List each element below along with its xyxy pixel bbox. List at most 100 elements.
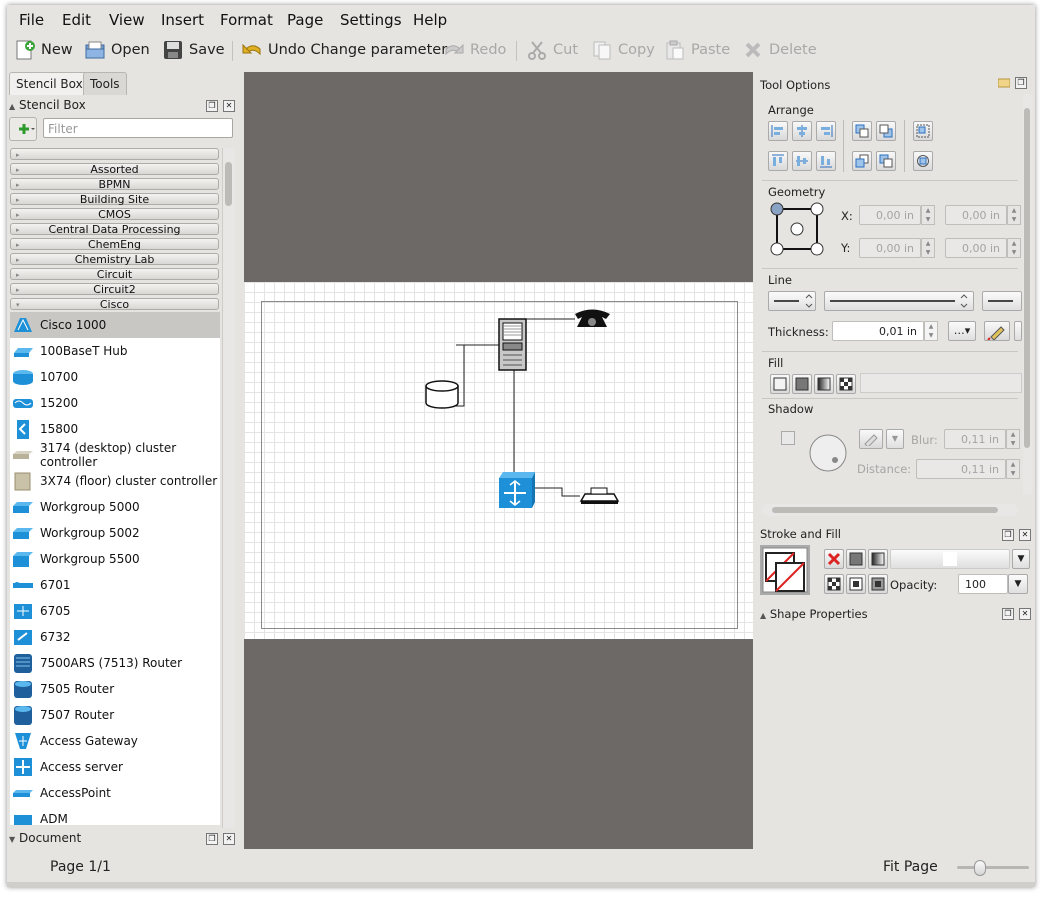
align-right-button[interactable] bbox=[816, 121, 836, 141]
fill-color-preview[interactable] bbox=[860, 373, 1022, 393]
delete-button[interactable]: Delete bbox=[741, 37, 817, 63]
tab-tools[interactable]: Tools bbox=[83, 72, 127, 95]
stroke-fill-preview-icon[interactable] bbox=[760, 545, 810, 595]
save-button[interactable]: Save bbox=[161, 37, 225, 63]
folder-float-icon[interactable] bbox=[997, 76, 1011, 88]
thickness-spinbox[interactable]: ▲ ▼ bbox=[924, 321, 938, 341]
close-panel-icon[interactable]: ✕ bbox=[1019, 608, 1031, 620]
menu-file[interactable]: File bbox=[19, 11, 44, 29]
line-start-combo[interactable] bbox=[768, 291, 816, 311]
line-end-combo[interactable] bbox=[982, 291, 1022, 311]
blur-spinbox[interactable]: ▲ ▼ bbox=[1006, 429, 1020, 449]
no-paint-button[interactable] bbox=[824, 549, 844, 569]
y-position-field[interactable]: 0,00 in bbox=[859, 238, 921, 258]
x-spinbox[interactable]: ▲ ▼ bbox=[921, 205, 935, 225]
bring-to-front-button[interactable] bbox=[852, 151, 872, 171]
category-item[interactable]: ▸ Building Site bbox=[10, 193, 219, 206]
menu-settings[interactable]: Settings bbox=[340, 11, 402, 29]
collapse-triangle-icon[interactable]: ▲ bbox=[9, 102, 15, 111]
anchor-point-selector[interactable] bbox=[770, 202, 826, 258]
tab-stencil-box[interactable]: Stencil Box bbox=[9, 72, 90, 95]
scrollbar-thumb[interactable] bbox=[1024, 108, 1030, 448]
menu-help[interactable]: Help bbox=[413, 11, 447, 29]
scrollbar-thumb[interactable] bbox=[225, 162, 232, 206]
scrollbar-thumb[interactable] bbox=[772, 507, 998, 513]
shape-item[interactable]: Workgroup 5500 bbox=[10, 546, 220, 572]
category-item[interactable]: ▸ Central Data Processing bbox=[10, 223, 219, 236]
align-left-button[interactable] bbox=[768, 121, 788, 141]
cisco-switch-icon[interactable] bbox=[499, 472, 535, 508]
fill-gradient-button[interactable] bbox=[814, 374, 834, 394]
category-item[interactable]: ▸ Circuit bbox=[10, 268, 219, 281]
shape-item[interactable]: 6705 bbox=[10, 598, 220, 624]
cut-button[interactable]: Cut bbox=[525, 37, 578, 63]
add-stencil-button[interactable] bbox=[9, 117, 37, 141]
zoom-slider-handle[interactable] bbox=[973, 860, 986, 876]
category-item[interactable]: ▸ CMOS bbox=[10, 208, 219, 221]
line-color-dropdown[interactable] bbox=[1014, 321, 1022, 341]
zoom-mode-label[interactable]: Fit Page bbox=[883, 859, 938, 875]
shape-item[interactable]: Workgroup 5000 bbox=[10, 494, 220, 520]
height-field[interactable]: 0,00 in bbox=[945, 238, 1007, 258]
thickness-field[interactable]: 0,01 in bbox=[832, 321, 924, 341]
close-panel-icon[interactable]: ✕ bbox=[1019, 529, 1031, 541]
gradient-paint-button[interactable] bbox=[868, 549, 888, 569]
y-spinbox[interactable]: ▲ ▼ bbox=[921, 238, 935, 258]
distance-spinbox[interactable]: ▲ ▼ bbox=[1006, 459, 1020, 479]
group-button[interactable] bbox=[913, 121, 933, 141]
stencil-scrollbar[interactable] bbox=[222, 148, 235, 828]
shape-item[interactable]: Access Gateway bbox=[10, 728, 220, 754]
tool-options-hscroll[interactable] bbox=[762, 504, 1018, 516]
float-panel-icon[interactable]: ❐ bbox=[206, 833, 218, 845]
float-panel-icon[interactable]: ❐ bbox=[1002, 608, 1014, 620]
expand-triangle-icon[interactable]: ▲ bbox=[760, 611, 766, 620]
float-panel-icon[interactable]: ❐ bbox=[1015, 77, 1027, 89]
shape-item[interactable]: 10700 bbox=[10, 364, 220, 390]
printer-icon[interactable] bbox=[579, 487, 620, 504]
width-field[interactable]: 0,00 in bbox=[945, 205, 1007, 225]
shape-item[interactable]: 100BaseT Hub bbox=[10, 338, 220, 364]
fill-none-button[interactable] bbox=[770, 374, 790, 394]
send-to-back-button[interactable] bbox=[876, 151, 896, 171]
shadow-direction-dial[interactable] bbox=[808, 433, 848, 473]
shape-item[interactable]: 7505 Router bbox=[10, 676, 220, 702]
evenodd-rule-button[interactable] bbox=[846, 574, 866, 594]
tool-options-vscroll[interactable] bbox=[1023, 94, 1033, 494]
category-item[interactable]: ▸ BPMN bbox=[10, 178, 219, 191]
shape-item[interactable]: Access server bbox=[10, 754, 220, 780]
fill-solid-button[interactable] bbox=[792, 374, 812, 394]
category-item[interactable]: ▸ Circuit2 bbox=[10, 283, 219, 296]
menu-view[interactable]: View bbox=[109, 11, 145, 29]
menu-edit[interactable]: Edit bbox=[62, 11, 91, 29]
page-sheet[interactable] bbox=[244, 282, 753, 639]
line-more-button[interactable]: …▾ bbox=[948, 321, 976, 341]
float-panel-icon[interactable]: ❐ bbox=[1002, 529, 1014, 541]
shape-item[interactable]: 6732 bbox=[10, 624, 220, 650]
shape-item[interactable]: ADM bbox=[10, 806, 220, 825]
opacity-dropdown[interactable]: ▼ bbox=[1008, 574, 1028, 594]
shadow-color-dropdown[interactable]: ▼ bbox=[886, 429, 904, 449]
expand-triangle-icon[interactable]: ▼ bbox=[9, 835, 15, 844]
line-style-combo[interactable] bbox=[824, 291, 974, 311]
close-panel-icon[interactable]: ✕ bbox=[223, 833, 235, 845]
drawing-canvas[interactable] bbox=[244, 72, 753, 849]
paste-button[interactable]: Paste bbox=[663, 37, 730, 63]
category-item[interactable]: ▸ bbox=[10, 148, 219, 160]
undo-button[interactable]: Undo Change parameter bbox=[240, 37, 447, 63]
shape-item[interactable]: 7507 Router bbox=[10, 702, 220, 728]
shape-item[interactable]: AccessPoint bbox=[10, 780, 220, 806]
ungroup-button[interactable] bbox=[913, 151, 933, 171]
nonzero-rule-button[interactable] bbox=[868, 574, 888, 594]
line-color-button[interactable] bbox=[984, 321, 1010, 341]
category-item[interactable]: ▸ Chemistry Lab bbox=[10, 253, 219, 266]
copy-button[interactable]: Copy bbox=[590, 37, 655, 63]
color-slider-handle[interactable] bbox=[943, 552, 957, 566]
open-button[interactable]: Open bbox=[83, 37, 150, 63]
shape-item[interactable]: Workgroup 5002 bbox=[10, 520, 220, 546]
color-dropdown-button[interactable]: ▼ bbox=[1012, 549, 1030, 569]
telephone-icon[interactable] bbox=[575, 309, 610, 328]
shadow-enable-checkbox[interactable] bbox=[781, 431, 795, 445]
color-slider[interactable] bbox=[890, 549, 1010, 569]
fill-pattern-button[interactable] bbox=[836, 374, 856, 394]
category-item[interactable]: ▸ ChemEng bbox=[10, 238, 219, 251]
